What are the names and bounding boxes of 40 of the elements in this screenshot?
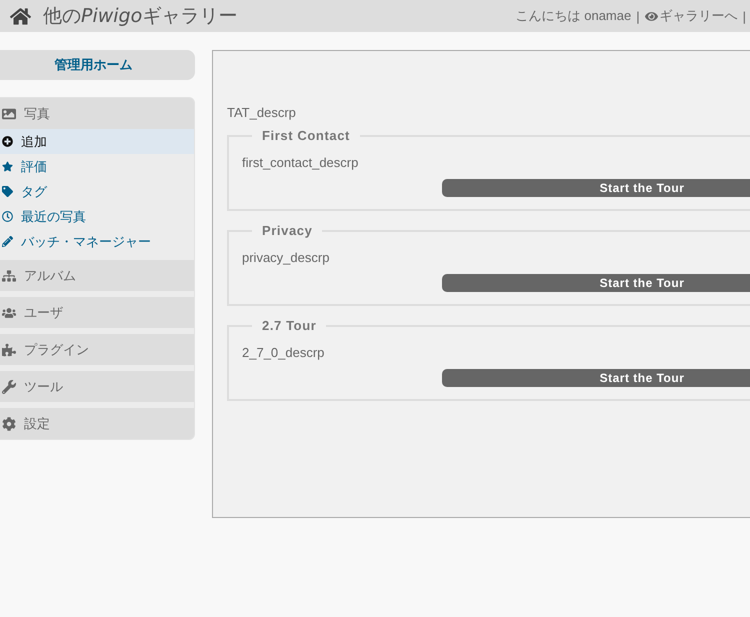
menu-item[interactable]: タグ	[0, 179, 194, 204]
menu-section[interactable]: プラグイン	[0, 334, 194, 365]
plus-icon	[2, 136, 13, 147]
image-icon	[2, 106, 16, 120]
tour-description: privacy_descrp	[242, 250, 330, 265]
menu-item[interactable]: 評価	[0, 154, 194, 179]
separator-text: |	[742, 8, 746, 24]
sitemap-icon	[2, 268, 16, 282]
pencil-icon	[2, 236, 13, 247]
tour-description: first_contact_descrp	[242, 155, 360, 170]
gear-icon	[2, 416, 16, 430]
intro-text: TAT_descrp	[227, 105, 297, 120]
menu-item[interactable]: バッチ・マネージャー	[0, 229, 194, 254]
tour-title: First Contact	[261, 128, 351, 143]
menu-section[interactable]: アルバム	[0, 260, 194, 291]
separator-text: |	[636, 8, 640, 24]
greeting-text: こんにちは onamae	[516, 7, 632, 25]
gallery-title: 他のPiwigoギャラリー	[43, 4, 238, 29]
home-icon[interactable]	[10, 6, 31, 26]
start-tour-button[interactable]: Start the Tour	[442, 179, 750, 197]
admin-home-button[interactable]: 管理用ホーム	[0, 50, 195, 80]
tour-title: Privacy	[261, 223, 314, 238]
tour-description: 2_7_0_descrp	[242, 345, 326, 360]
tag-icon	[2, 186, 13, 197]
menu-section[interactable]: ツール	[0, 371, 194, 402]
star-icon	[2, 161, 13, 172]
menu-section[interactable]: 設定	[0, 408, 194, 439]
tour-title: 2.7 Tour	[261, 318, 318, 333]
eye-icon	[644, 10, 658, 22]
menu-item[interactable]: 最近の写真	[0, 204, 194, 229]
menu-section[interactable]: 写真	[0, 98, 194, 129]
start-tour-button[interactable]: Start the Tour	[442, 369, 750, 387]
wrench-icon	[2, 380, 16, 394]
users-icon	[2, 306, 16, 320]
puzzle-icon	[2, 342, 16, 356]
menu-section[interactable]: ユーザ	[0, 297, 194, 328]
start-tour-button[interactable]: Start the Tour	[442, 274, 750, 292]
gallery-link[interactable]: ギャラリーへ	[644, 7, 738, 25]
clock-icon	[2, 211, 13, 222]
menu-item[interactable]: 追加	[0, 129, 194, 154]
